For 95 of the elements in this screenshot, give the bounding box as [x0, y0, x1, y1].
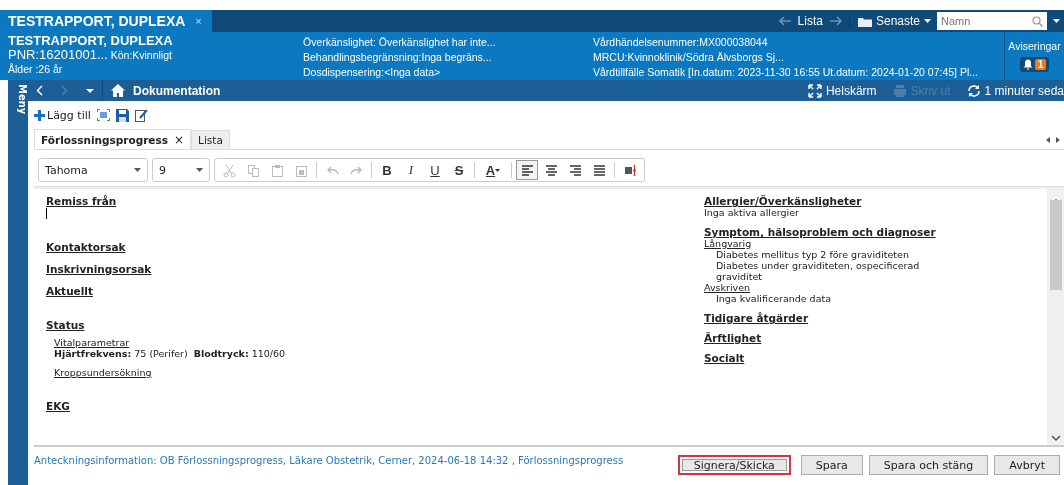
patient-name: TESTRAPPORT, DUPLEXA	[8, 34, 174, 48]
undo-icon	[325, 163, 339, 177]
patient-age: Ålder :26 år	[8, 62, 64, 76]
frame-icon[interactable]	[96, 109, 110, 121]
clipboard-icon	[294, 163, 308, 177]
banner-info-text: Överkänslighet: Överkänslighet har inte...	[303, 35, 497, 50]
edit-icon[interactable]	[134, 108, 148, 122]
toolbar-button[interactable]	[516, 160, 538, 180]
section-heading: Allergier/Överkänsligheter	[704, 195, 862, 207]
section-heading: EKG	[46, 400, 70, 412]
page-title: Dokumentation	[133, 83, 221, 98]
justify-icon	[592, 163, 606, 177]
footer-button[interactable]: Avbryt	[994, 455, 1060, 475]
font-size-dropdown[interactable]: 9	[152, 158, 210, 182]
subsection-link[interactable]: Vitalparametrar	[54, 337, 130, 348]
search-icon	[1032, 16, 1043, 27]
footer-button[interactable]: Signera/Skicka	[677, 455, 791, 475]
caret-icon	[495, 168, 501, 172]
patient-tab[interactable]: TESTRAPPORT, DUPLEXA ×	[0, 10, 212, 32]
format-button[interactable]: S	[448, 160, 470, 180]
format-button[interactable]: B	[376, 160, 398, 180]
home-icon[interactable]	[111, 84, 125, 97]
expand-icon	[807, 83, 822, 98]
bell-icon	[1022, 59, 1033, 70]
align-center-icon	[544, 163, 558, 177]
search-field[interactable]: Namn	[937, 12, 1047, 30]
section-heading: Kontaktorsak	[46, 241, 126, 253]
notification-count: 1	[1034, 59, 1047, 70]
patient-id: PNR:16201001...	[8, 47, 108, 62]
section-heading: Symptom, hälsoproblem och diagnoser	[704, 226, 936, 238]
patient-gender: Kön:Kvinnligt	[110, 49, 172, 61]
diagnosis-text: Inga kvalificerande data	[715, 293, 832, 304]
scrollbar-thumb[interactable]	[1049, 200, 1062, 290]
forward-arrow-icon[interactable]	[828, 16, 843, 26]
vital-sign-value: Hjärtfrekvens: 75 (Perifer)	[54, 348, 188, 359]
vital-sign-value: Blodtryck: 110/60	[193, 348, 286, 359]
section-heading: Inskrivningsorsak	[46, 263, 152, 275]
caret-icon[interactable]	[1053, 19, 1060, 23]
close-icon[interactable]: ×	[174, 132, 185, 147]
scissors-icon	[222, 163, 236, 177]
redo-icon	[349, 163, 363, 177]
footer-button[interactable]: Spara	[800, 455, 863, 475]
format-button[interactable]: U	[424, 160, 446, 180]
subsection-link[interactable]: Kroppsundersökning	[54, 367, 152, 378]
close-icon[interactable]: ×	[195, 15, 202, 27]
text-color-button[interactable]: A	[479, 160, 507, 180]
align-right-icon	[568, 163, 582, 177]
scrollbar[interactable]	[1047, 189, 1064, 445]
font-dropdown[interactable]: Tahoma	[38, 158, 148, 182]
patient-tab-title: TESTRAPPORT, DUPLEXA	[8, 13, 186, 29]
caret-icon[interactable]	[86, 88, 94, 93]
banner-info-text: MRCU:Kvinnoklinik/Södra Älvsborgs Sj...	[593, 50, 785, 65]
section-heading: Tidigare åtgärder	[704, 312, 809, 324]
caret-icon	[924, 19, 931, 23]
align-left-icon	[520, 163, 534, 177]
list-link[interactable]: Lista	[797, 14, 823, 28]
save-icon[interactable]	[115, 108, 129, 122]
section-heading: Aktuellt	[46, 285, 93, 297]
copy-icon	[246, 163, 260, 177]
insert-field-icon	[623, 163, 637, 177]
footer-button[interactable]: Spara och stäng	[868, 455, 989, 475]
group-link[interactable]: Avskriven	[704, 282, 751, 293]
diagnosis-text: Diabetes under graviditeten, ospecificerad graviditet	[715, 260, 921, 282]
section-text: Inga aktiva allergier	[704, 207, 800, 218]
diagnosis-text: Diabetes mellitus typ 2 före graviditeten	[715, 249, 910, 260]
section-heading: Socialt	[704, 352, 745, 364]
caret-icon	[196, 168, 203, 172]
document-tab[interactable]: Lista	[191, 130, 230, 149]
recent-dropdown[interactable]: Senaste	[848, 14, 931, 28]
chevron-down-icon	[1050, 435, 1061, 441]
folder-icon	[857, 15, 872, 27]
paste-icon	[270, 163, 284, 177]
banner-info-text: Vårdtillfälle Somatik [In.datum: 2023-11-30 16:55 Ut.datum: 2024-01-20 07:45] Pl...	[593, 65, 980, 80]
nav-action-button[interactable]: Helskärm	[807, 83, 877, 98]
notifications-label: Aviseringar	[1008, 40, 1061, 52]
section-heading: Status	[46, 319, 85, 331]
back-icon[interactable]	[36, 85, 43, 96]
document-tab[interactable]: Förlossningsprogress ×	[34, 129, 192, 149]
section-heading: Remiss från	[46, 195, 117, 207]
back-arrow-icon[interactable]	[777, 16, 792, 26]
tab-scroll-icon[interactable]	[1046, 136, 1060, 143]
format-button[interactable]: I	[400, 160, 422, 180]
add-button[interactable]: Lägg till	[34, 108, 91, 122]
caret-icon	[134, 168, 141, 172]
nav-action-button[interactable]: 1 minuter seda	[966, 83, 1064, 98]
note-info-text: Anteckningsinformation: OB Förlossningsprogress, Läkare Obstetrik, Cerner, 2024-06-18 14:32 , Förlossningsprogress	[34, 455, 624, 466]
section-heading: Ärftlighet	[704, 332, 762, 344]
printer-icon	[892, 83, 907, 98]
banner-info-text: Behandlingsbegränsning:Inga begräns...	[303, 50, 493, 65]
side-menu-tab[interactable]: Meny	[8, 80, 28, 485]
refresh-icon	[966, 83, 981, 98]
group-link[interactable]: Långvarig	[704, 238, 752, 249]
banner-info-text: Vårdhändelsenummer:MX000038044	[593, 35, 769, 50]
plus-icon	[34, 109, 45, 121]
banner-info-text: Dosdispensering:<Inga data>	[303, 65, 442, 80]
